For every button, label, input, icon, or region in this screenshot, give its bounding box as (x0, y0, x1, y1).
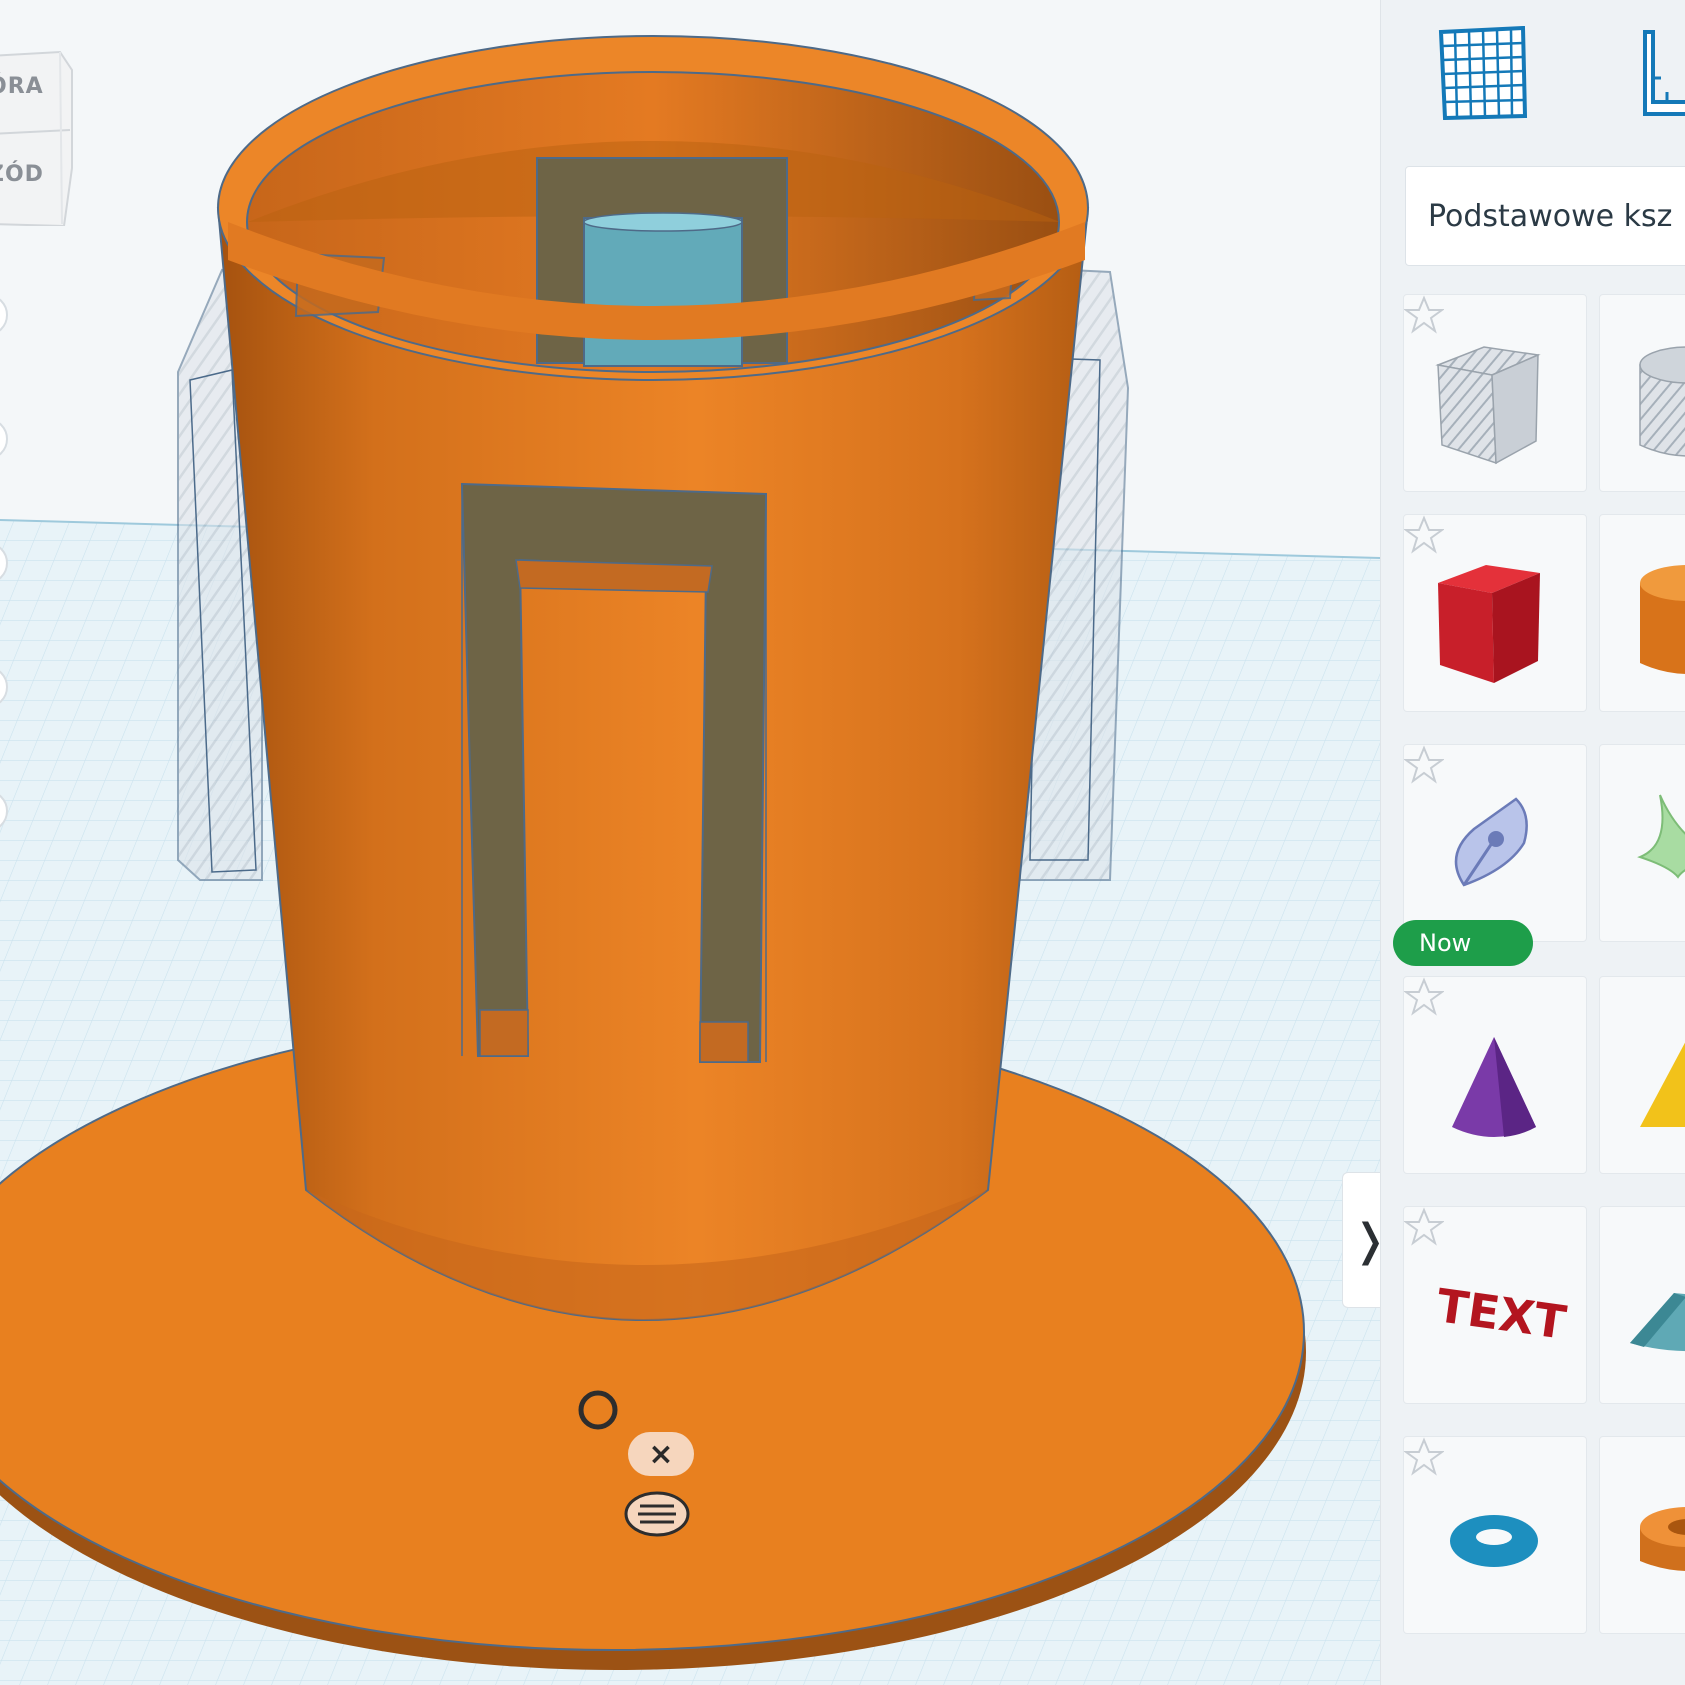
teal-roof-icon (1630, 1293, 1685, 1352)
collapse-panel-button[interactable]: ❭ (1342, 1172, 1380, 1308)
rotate-handle-icon[interactable] (574, 1386, 622, 1434)
shape-tile-torus[interactable] (1403, 1436, 1587, 1634)
striped-cylinder-icon (1639, 346, 1685, 457)
shape-category-label: Podstawowe ksz (1428, 198, 1673, 234)
orange-tube-icon (1640, 1507, 1685, 1571)
view-cube-top-label[interactable]: ÓRA (0, 74, 44, 99)
shape-tile-scribble[interactable] (1403, 744, 1587, 942)
orange-cylinder-icon (1640, 565, 1685, 674)
view-cube[interactable]: ÓRA ZÓD (0, 48, 82, 228)
ruler-icon[interactable] (1639, 28, 1685, 118)
favorite-star-icon[interactable] (1404, 295, 1444, 335)
favorite-star-icon[interactable] (1404, 515, 1444, 555)
workplane-viewport[interactable]: ÓRA ZÓD × ❭ (0, 0, 1380, 1685)
shape-category-dropdown[interactable]: Podstawowe ksz (1405, 166, 1685, 266)
favorite-star-icon[interactable] (1404, 1437, 1444, 1477)
close-icon: × (648, 1436, 674, 1472)
shape-tile-tube[interactable] (1599, 1436, 1685, 1634)
shape-tile-text[interactable]: TEXT (1403, 1206, 1587, 1404)
shape-tile-box-hole[interactable] (1403, 294, 1587, 492)
text-shape-label: TEXT (1433, 1278, 1570, 1350)
green-shape-icon (1637, 794, 1685, 879)
yellow-pyramid-icon (1640, 1042, 1685, 1127)
menu-icon[interactable] (622, 1488, 692, 1540)
shape-tile-cone[interactable] (1403, 976, 1587, 1174)
new-badge: Now (1393, 920, 1533, 966)
favorite-star-icon[interactable] (1404, 745, 1444, 785)
shape-tile-pyramid[interactable] (1599, 976, 1685, 1174)
shape-tile-roof[interactable] (1599, 1206, 1685, 1404)
chevron-right-icon: ❭ (1352, 1215, 1380, 1266)
inner-cyan-cylinder[interactable] (583, 217, 743, 367)
shape-tile-cylinder[interactable] (1599, 514, 1685, 712)
view-cube-front-label[interactable]: ZÓD (0, 162, 44, 187)
delete-object-button[interactable]: × (628, 1432, 694, 1476)
shape-tile-cylinder-hole[interactable] (1599, 294, 1685, 492)
favorite-star-icon[interactable] (1404, 1207, 1444, 1247)
shape-tile-shape-generator[interactable] (1599, 744, 1685, 942)
favorite-star-icon[interactable] (1404, 977, 1444, 1017)
3d-scene[interactable] (0, 0, 1380, 1685)
shape-tile-box[interactable] (1403, 514, 1587, 712)
grid-view-icon[interactable] (1437, 26, 1529, 120)
shapes-panel: Podstawowe ksz Now TEXT (1380, 0, 1685, 1685)
